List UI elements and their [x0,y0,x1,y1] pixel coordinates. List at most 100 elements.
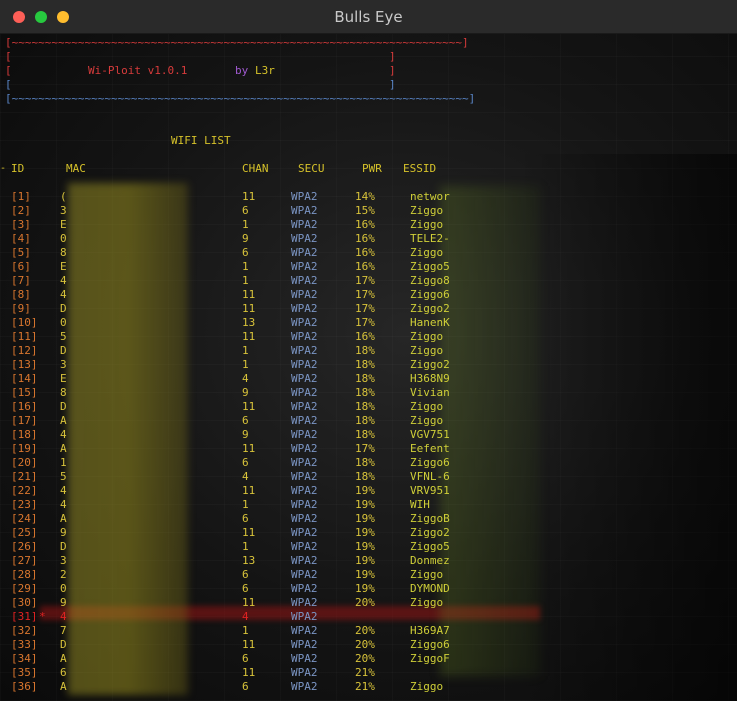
cell-pwr: 19% [355,582,375,595]
cell-idx: [10] [11,316,38,329]
table-row[interactable]: [9] D 11 WPA2 17% Ziggo2 [0,302,737,316]
cell-essid: Ziggo2 [410,302,450,315]
cell-pwr: 14% [355,190,375,203]
window-title: Bulls Eye [334,8,403,26]
cell-secu: WPA2 [291,582,318,595]
cell-secu: WPA2 [291,540,318,553]
cell-mac: 0 [60,316,67,329]
cell-idx: [18] [11,428,38,441]
cell-idx: [28] [11,568,38,581]
table-row[interactable]: [13] 3 1 WPA2 18% Ziggo2 [0,358,737,372]
cell-essid: Ziggo5 [410,260,450,273]
cell-pwr: 21% [355,680,375,693]
cell-mac: ( [60,190,67,203]
cell-secu: WPA2 [291,386,318,399]
table-row[interactable]: [6] E 1 WPA2 16% Ziggo5 [0,260,737,274]
table-row[interactable]: [28] 2 6 WPA2 19% Ziggo [0,568,737,582]
cell-chan: 4 [242,610,249,623]
cell-mac: 5 [60,470,67,483]
table-row[interactable]: [12] D 1 WPA2 18% Ziggo [0,344,737,358]
table-row[interactable]: [34] A 6 WPA2 20% ZiggoF [0,652,737,666]
table-row[interactable]: [35] 6 11 WPA2 21% [0,666,737,680]
table-row[interactable]: [29] 0 6 WPA2 19% DYMOND [0,582,737,596]
cell-essid: ZiggoB [410,512,450,525]
cell-mac: 8 [60,386,67,399]
table-row[interactable]: [16] D 11 WPA2 18% Ziggo [0,400,737,414]
table-row[interactable]: [10] 0 13 WPA2 17% HanenK [0,316,737,330]
cell-pwr: 18% [355,344,375,357]
cell-essid: VRV951 [410,484,450,497]
cell-mac: 1 [60,456,67,469]
cell-pwr: 17% [355,302,375,315]
cell-pwr: 18% [355,470,375,483]
cell-secu: WPA2 [291,358,318,371]
table-row[interactable]: [24] A 6 WPA2 19% ZiggoB [0,512,737,526]
table-row[interactable]: [21] 5 4 WPA2 18% VFNL-6 [0,470,737,484]
cell-chan: 11 [242,190,256,203]
banner-side-left: [ [5,50,12,63]
table-row[interactable]: [25] 9 11 WPA2 19% Ziggo2 [0,526,737,540]
author-name: L3r [255,64,275,77]
cell-idx: [30] [11,596,38,609]
table-row[interactable]: [3] E 1 WPA2 16% Ziggo [0,218,737,232]
table-row[interactable]: [17] A 6 WPA2 18% Ziggo [0,414,737,428]
table-row[interactable]: [22] 4 11 WPA2 19% VRV951 [0,484,737,498]
cell-idx: [20] [11,456,38,469]
cell-chan: 9 [242,386,249,399]
cell-pwr: 18% [355,386,375,399]
table-row[interactable]: [32] 7 1 WPA2 20% H369A7 [0,624,737,638]
cell-secu: WPA2 [291,400,318,413]
table-row[interactable]: [2] 3 6 WPA2 15% Ziggo [0,204,737,218]
cell-secu: WPA2 [291,484,318,497]
cell-idx: [3] [11,218,31,231]
table-row[interactable]: [19] A 11 WPA2 17% Eefent [0,442,737,456]
cell-chan: 1 [242,218,249,231]
cell-pwr: 17% [355,288,375,301]
table-row[interactable]: [30] 9 11 WPA2 20% Ziggo [0,596,737,610]
table-row[interactable]: [20] 1 6 WPA2 18% Ziggo6 [0,456,737,470]
cell-pwr: 20% [355,638,375,651]
cell-secu: WPA2 [291,414,318,427]
cell-secu: WPA2 [291,652,318,665]
table-row[interactable]: [36] A 6 WPA2 21% Ziggo [0,680,737,694]
table-row[interactable]: [26] D 1 WPA2 19% Ziggo5 [0,540,737,554]
cell-idx: [15] [11,386,38,399]
cell-mac: D [60,400,67,413]
cell-essid: H369A7 [410,624,450,637]
table-row[interactable]: [14] E 4 WPA2 18% H368N9 [0,372,737,386]
table-row[interactable]: [23] 4 1 WPA2 19% WIH [0,498,737,512]
cell-essid: Ziggo [410,596,444,609]
cell-pwr: 16% [355,232,375,245]
cell-secu: WPA2 [291,456,318,469]
cell-essid: VFNL-6 [410,470,450,483]
cell-mac: 9 [60,596,67,609]
table-row[interactable]: [1] (11 WPA2 14% networ [0,190,737,204]
table-row[interactable]: [8] 4 11 WPA2 17% Ziggo6 [0,288,737,302]
cell-secu: WPA2 [291,610,318,623]
table-row[interactable]: [27] 3 13 WPA2 19% Donmez [0,554,737,568]
banner-bottom-border: [~~~~~~~~~~~~~~~~~~~~~~~~~~~~~~~~~~~~~~~… [5,92,476,105]
table-row[interactable]: [31] * 4 4 WPA2 [0,610,737,624]
cell-chan: 1 [242,358,249,371]
cell-pwr: 21% [355,666,375,679]
table-row[interactable]: [11] 5 11 WPA2 16% Ziggo [0,330,737,344]
table-row[interactable]: [4] 0 9 WPA2 16% TELE2- [0,232,737,246]
cell-secu: WPA2 [291,568,318,581]
cell-mac: E [60,218,67,231]
cell-secu: WPA2 [291,596,318,609]
cell-chan: 6 [242,652,249,665]
table-row[interactable]: [15] 8 9 WPA2 18% Vivian [0,386,737,400]
column-header-chan: CHAN [242,162,269,175]
table-row[interactable]: [5] 8 6 WPA2 16% Ziggo [0,246,737,260]
table-row[interactable]: [7] 4 1 WPA2 17% Ziggo8 [0,274,737,288]
table-row[interactable]: [18] 4 9 WPA2 18% VGV751 [0,428,737,442]
cell-idx: [35] [11,666,38,679]
cell-secu: WPA2 [291,498,318,511]
cell-secu: WPA2 [291,232,318,245]
cell-idx: [11] [11,330,38,343]
cell-essid: Ziggo [410,400,444,413]
cell-essid: Ziggo2 [410,526,450,539]
cell-chan: 6 [242,512,249,525]
cell-essid: Ziggo6 [410,288,450,301]
table-row[interactable]: [33] D 11 WPA2 20% Ziggo6 [0,638,737,652]
